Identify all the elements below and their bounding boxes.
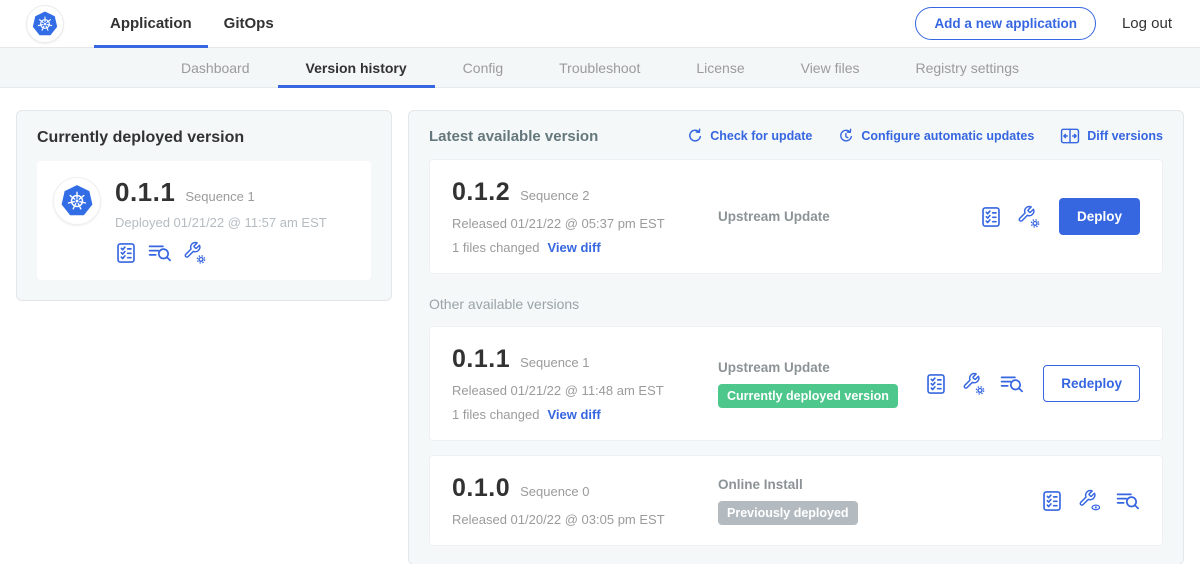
deployed-sequence: Sequence 1 xyxy=(185,189,254,204)
deploy-button[interactable]: Deploy xyxy=(1059,198,1140,235)
kubernetes-logo xyxy=(26,5,64,43)
app-subnav: Dashboard Version history Config Trouble… xyxy=(0,48,1200,88)
sequence-label: Sequence 0 xyxy=(520,484,589,499)
edit-config-icon[interactable] xyxy=(962,372,985,395)
version-number: 0.1.0 xyxy=(452,474,510,503)
other-available-title: Other available versions xyxy=(429,296,1163,312)
latest-available-title: Latest available version xyxy=(429,128,598,145)
deployed-version-card: 0.1.1 Sequence 1 Deployed 01/21/22 @ 11:… xyxy=(37,161,371,280)
deploy-logs-icon[interactable] xyxy=(148,242,172,264)
check-for-update-label: Check for update xyxy=(710,129,812,143)
subnav-registry-settings[interactable]: Registry settings xyxy=(888,48,1047,88)
released-timestamp: Released 01/20/22 @ 03:05 pm EST xyxy=(452,512,702,527)
app-tabs: Application GitOps xyxy=(94,0,290,48)
top-header: Application GitOps Add a new application… xyxy=(0,0,1200,48)
check-for-update-link[interactable]: Check for update xyxy=(687,128,812,144)
edit-config-icon[interactable] xyxy=(183,241,206,264)
release-notes-icon[interactable] xyxy=(115,242,137,264)
view-diff-link[interactable]: View diff xyxy=(547,240,600,255)
configure-automatic-updates-label: Configure automatic updates xyxy=(861,129,1034,143)
diff-versions-label: Diff versions xyxy=(1087,129,1163,143)
main-content: Currently deployed version 0.1.1 Sequenc… xyxy=(0,88,1200,564)
sequence-label: Sequence 2 xyxy=(520,188,589,203)
view-config-icon[interactable] xyxy=(1078,489,1101,512)
currently-deployed-badge: Currently deployed version xyxy=(718,384,898,408)
app-icon-kubernetes xyxy=(53,177,101,225)
add-new-application-button[interactable]: Add a new application xyxy=(915,7,1096,40)
view-diff-link[interactable]: View diff xyxy=(547,407,600,422)
files-changed-label: 1 files changed xyxy=(452,240,539,255)
version-row-0-1-1: 0.1.1 Sequence 1 Released 01/21/22 @ 11:… xyxy=(429,326,1163,441)
sequence-label: Sequence 1 xyxy=(520,355,589,370)
previously-deployed-badge: Previously deployed xyxy=(718,501,858,525)
deployed-timestamp: Deployed 01/21/22 @ 11:57 am EST xyxy=(115,215,327,230)
tab-gitops[interactable]: GitOps xyxy=(208,0,290,48)
release-notes-icon[interactable] xyxy=(1041,490,1063,512)
deployed-version-number: 0.1.1 xyxy=(115,177,175,208)
version-source: Online Install xyxy=(718,477,1041,492)
subnav-dashboard[interactable]: Dashboard xyxy=(153,48,278,88)
subnav-version-history[interactable]: Version history xyxy=(278,48,435,88)
refresh-icon xyxy=(687,128,703,144)
deploy-logs-icon[interactable] xyxy=(1000,373,1024,395)
version-number: 0.1.2 xyxy=(452,178,510,207)
configure-automatic-updates-link[interactable]: Configure automatic updates xyxy=(838,128,1034,144)
version-row-0-1-2: 0.1.2 Sequence 2 Released 01/21/22 @ 05:… xyxy=(429,159,1163,274)
released-timestamp: Released 01/21/22 @ 05:37 pm EST xyxy=(452,216,702,231)
tab-application[interactable]: Application xyxy=(94,0,208,48)
diff-versions-link[interactable]: Diff versions xyxy=(1060,127,1163,145)
files-changed-label: 1 files changed xyxy=(452,407,539,422)
deployed-card-title: Currently deployed version xyxy=(37,129,371,147)
logout-button[interactable]: Log out xyxy=(1122,15,1172,32)
version-number: 0.1.1 xyxy=(452,345,510,374)
version-row-0-1-0: 0.1.0 Sequence 0 Released 01/20/22 @ 03:… xyxy=(429,455,1163,546)
redeploy-button[interactable]: Redeploy xyxy=(1043,365,1140,402)
release-notes-icon[interactable] xyxy=(925,373,947,395)
version-history-panel: Latest available version Check for updat… xyxy=(408,110,1184,564)
subnav-view-files[interactable]: View files xyxy=(773,48,888,88)
diff-icon xyxy=(1060,127,1080,145)
edit-config-icon[interactable] xyxy=(1017,205,1040,228)
subnav-troubleshoot[interactable]: Troubleshoot xyxy=(531,48,668,88)
deploy-logs-icon[interactable] xyxy=(1116,490,1140,512)
release-notes-icon[interactable] xyxy=(980,206,1002,228)
subnav-config[interactable]: Config xyxy=(435,48,531,88)
schedule-icon xyxy=(838,128,854,144)
version-source: Upstream Update xyxy=(718,360,925,375)
released-timestamp: Released 01/21/22 @ 11:48 am EST xyxy=(452,383,702,398)
subnav-license[interactable]: License xyxy=(668,48,772,88)
version-source: Upstream Update xyxy=(718,209,980,224)
currently-deployed-card: Currently deployed version 0.1.1 Sequenc… xyxy=(16,110,392,301)
